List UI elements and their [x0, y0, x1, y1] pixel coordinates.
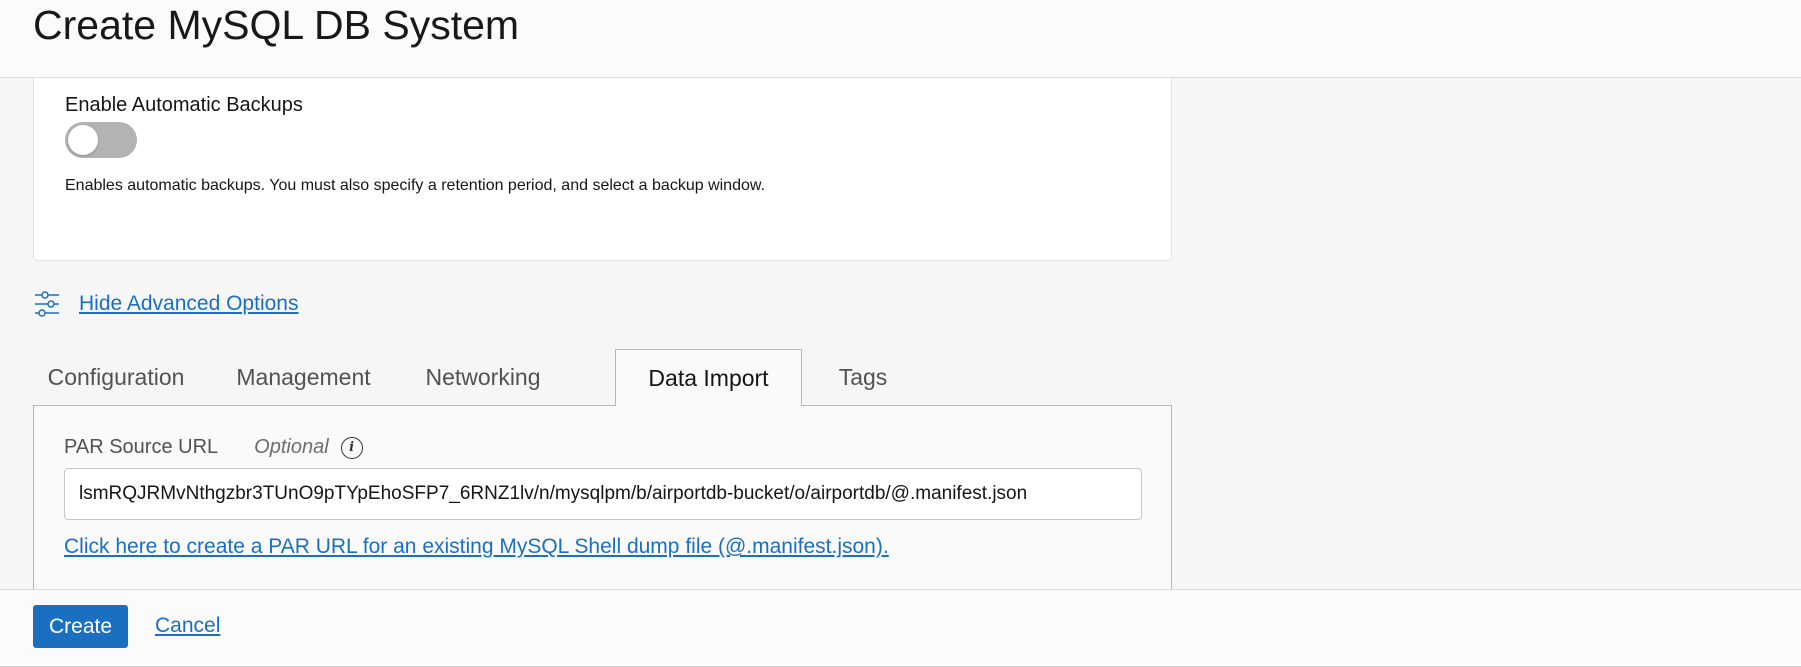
tab-bar: Configuration Management Networking Data… [33, 349, 1172, 406]
form-content: Enable Automatic Backups Enables automat… [0, 78, 1801, 589]
page-header: Create MySQL DB System [0, 0, 1801, 78]
advanced-options-row: Hide Advanced Options [33, 287, 298, 321]
hide-advanced-options-link[interactable]: Hide Advanced Options [79, 292, 298, 316]
data-import-panel: PAR Source URL Optional i Click here to … [33, 405, 1172, 589]
create-par-url-link[interactable]: Click here to create a PAR URL for an ex… [64, 535, 889, 559]
backups-help-text: Enables automatic backups. You must also… [65, 177, 765, 194]
tab-data-import[interactable]: Data Import [615, 349, 802, 406]
par-source-url-label: PAR Source URL [64, 436, 219, 458]
info-icon[interactable]: i [340, 436, 363, 459]
backup-card: Enable Automatic Backups Enables automat… [33, 78, 1172, 261]
form-footer: Create Cancel [0, 589, 1801, 667]
create-button[interactable]: Create [33, 605, 128, 648]
page-title: Create MySQL DB System [33, 2, 520, 48]
tab-configuration[interactable]: Configuration [33, 349, 199, 406]
sliders-icon [35, 291, 59, 317]
optional-label: Optional [254, 436, 329, 458]
enable-backups-toggle[interactable] [65, 122, 137, 158]
par-source-url-input[interactable] [64, 468, 1142, 520]
tab-tags[interactable]: Tags [821, 349, 905, 406]
cancel-link[interactable]: Cancel [155, 614, 220, 638]
tab-management[interactable]: Management [221, 349, 386, 406]
toggle-knob [68, 125, 98, 155]
tab-networking[interactable]: Networking [406, 349, 560, 406]
enable-backups-label: Enable Automatic Backups [65, 94, 303, 116]
par-source-url-label-row: PAR Source URL Optional i [64, 436, 363, 459]
